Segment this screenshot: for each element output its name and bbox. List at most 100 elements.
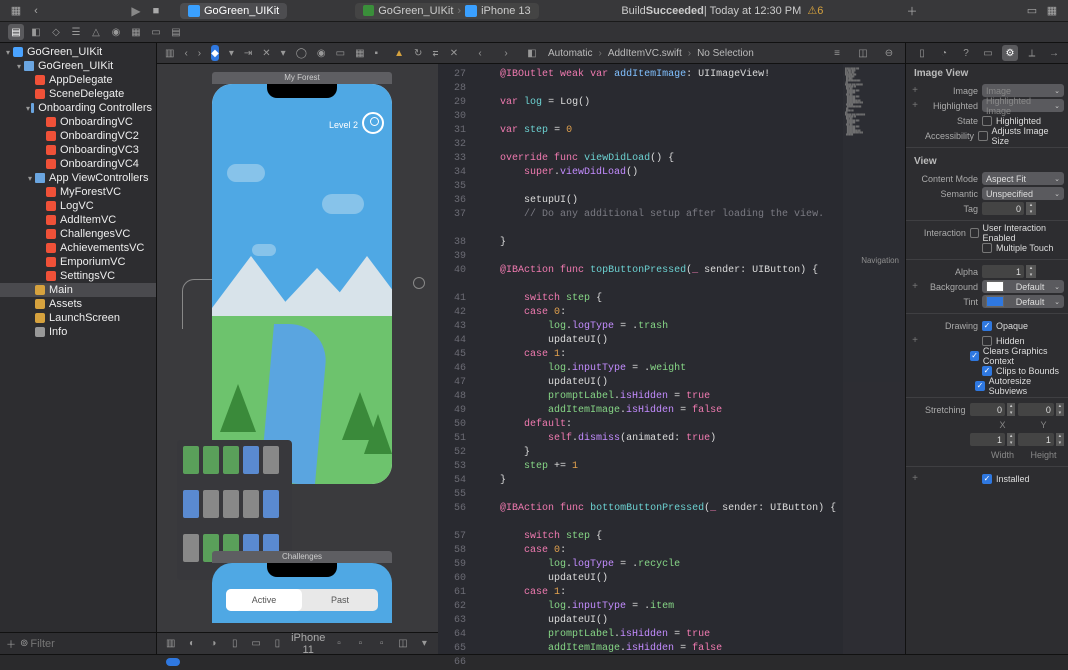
tree-item[interactable]: LaunchScreen <box>0 311 156 325</box>
ed-back-icon[interactable]: ‹ <box>472 45 488 61</box>
tree-item[interactable]: AchievementsVC <box>0 241 156 255</box>
ib-icon8[interactable]: ▦ <box>355 45 364 61</box>
embed-icon[interactable]: ▾ <box>419 636 430 652</box>
segue-node[interactable] <box>413 277 425 289</box>
stop-button[interactable]: ■ <box>147 3 165 18</box>
test-navigator-icon[interactable]: ◉ <box>108 24 124 40</box>
ib-icon2[interactable]: ⇥ <box>244 45 252 61</box>
hidden-check[interactable] <box>982 336 992 346</box>
filter-icon[interactable]: ⊚ <box>20 636 28 652</box>
tag-stepper[interactable]: ▴▾ <box>1026 202 1036 215</box>
stretch-w-stepper[interactable]: ▴▾ <box>1007 433 1015 446</box>
tree-item[interactable]: SceneDelegate <box>0 87 156 101</box>
forward-icon[interactable]: › <box>198 45 201 61</box>
connections-inspector-icon[interactable]: → <box>1046 45 1062 61</box>
nav-back-icon[interactable]: ‹ <box>27 3 45 18</box>
segmented-control[interactable]: Active Past <box>226 589 378 611</box>
breakpoint-navigator-icon[interactable]: ▭ <box>148 24 164 40</box>
segment-active[interactable]: Active <box>226 589 302 611</box>
ed-close-icon[interactable]: ⊖ <box>881 45 897 61</box>
ed-forward-icon[interactable]: › <box>498 45 514 61</box>
zoom-in-icon[interactable]: ▫ <box>376 636 387 652</box>
add-file-icon[interactable]: ＋ <box>6 636 16 652</box>
inspector-toggle-icon[interactable]: ▦ <box>1043 3 1061 18</box>
tree-item[interactable]: ▾GoGreen_UIKit <box>0 59 156 73</box>
multitouch-check[interactable] <box>982 243 992 253</box>
ed-split-icon[interactable]: ◫ <box>855 45 871 61</box>
background-popup[interactable]: Default⌄ <box>982 280 1064 293</box>
tab-current-file[interactable]: GoGreen_UIKit <box>180 3 287 19</box>
autoresize-check[interactable]: ✓ <box>975 381 984 391</box>
scene-title-2[interactable]: Challenges <box>212 551 392 563</box>
highlighted-popup[interactable]: Highlighted Image⌄ <box>982 99 1064 112</box>
file-inspector-icon[interactable]: ▯ <box>914 45 930 61</box>
ib-icon9[interactable]: ▪ <box>375 45 379 61</box>
doc-outline-icon[interactable]: ▥ <box>165 636 176 652</box>
ed-options-icon[interactable]: ≡ <box>829 45 845 61</box>
tree-item[interactable]: AddItemVC <box>0 213 156 227</box>
scene-title-1[interactable]: My Forest <box>212 72 392 84</box>
tree-item[interactable]: OnboardingVC <box>0 115 156 129</box>
tree-item[interactable]: OnboardingVC2 <box>0 129 156 143</box>
semantic-popup[interactable]: Unspecified⌄ <box>982 187 1064 200</box>
stretch-y[interactable]: 0 <box>1018 403 1053 416</box>
editor-jumpbar[interactable]: ✕ ‹ › ◧ Automatic› AddItemVC.swift› No S… <box>438 43 905 64</box>
orientation-icon[interactable]: ◐ <box>186 636 197 652</box>
tree-item[interactable]: OnboardingVC3 <box>0 143 156 157</box>
size-inspector-icon[interactable]: ⟂ <box>1024 45 1040 61</box>
report-navigator-icon[interactable]: ▤ <box>168 24 184 40</box>
scene-preview-challenges[interactable]: Active Past <box>212 563 392 623</box>
code-text[interactable]: @IBOutlet weak var addItemImage: UIImage… <box>472 64 905 654</box>
constraints-icon[interactable]: ◫ <box>397 636 408 652</box>
stretch-h-stepper[interactable]: ▴▾ <box>1056 433 1064 446</box>
appearance-icon[interactable]: ◑ <box>208 636 219 652</box>
related-items-icon[interactable]: ▥ <box>165 45 174 61</box>
attributes-inspector-icon[interactable]: ⚙ <box>1002 45 1018 61</box>
find-navigator-icon[interactable]: ☰ <box>68 24 84 40</box>
automatic-icon[interactable]: ◧ <box>524 45 540 61</box>
tree-item[interactable]: ▾Onboarding Controllers <box>0 101 156 115</box>
tree-item[interactable]: AppDelegate <box>0 73 156 87</box>
library-icon[interactable]: ▭ <box>1023 3 1041 18</box>
sidebar-toggle-icon[interactable]: ▦ <box>7 3 25 18</box>
zoom-actual-icon[interactable]: ▫ <box>355 636 366 652</box>
segment-past[interactable]: Past <box>302 589 378 611</box>
symbol-navigator-icon[interactable]: ◇ <box>48 24 64 40</box>
history-inspector-icon[interactable]: ◔ <box>936 45 952 61</box>
help-inspector-icon[interactable]: ? <box>958 45 974 61</box>
stretch-x[interactable]: 0 <box>970 403 1005 416</box>
ib-icon3[interactable]: ✕ <box>262 45 270 61</box>
project-navigator-icon[interactable]: ▤ <box>8 24 24 40</box>
uie-check[interactable] <box>970 228 979 238</box>
debug-toggle[interactable] <box>166 658 180 666</box>
ib-icon[interactable]: ▾ <box>229 45 234 61</box>
tree-item[interactable]: Info <box>0 325 156 339</box>
tree-item[interactable]: Main <box>0 283 156 297</box>
issue-navigator-icon[interactable]: △ <box>88 24 104 40</box>
opaque-check[interactable]: ✓ <box>982 321 992 331</box>
stretch-y-stepper[interactable]: ▴▾ <box>1056 403 1064 416</box>
back-icon[interactable]: ‹ <box>184 45 187 61</box>
filter-input[interactable] <box>30 638 172 650</box>
tree-item[interactable]: ChallengesVC <box>0 227 156 241</box>
stretch-h[interactable]: 1 <box>1018 433 1053 446</box>
line-gutter[interactable]: 2728293031323334353637383940414243444546… <box>438 64 472 654</box>
ib-icon5[interactable]: ◯ <box>296 45 307 61</box>
tree-item[interactable]: SettingsVC <box>0 269 156 283</box>
tree-item[interactable]: MyForestVC <box>0 185 156 199</box>
clears-check[interactable]: ✓ <box>970 351 979 361</box>
tree-item[interactable]: OnboardingVC4 <box>0 157 156 171</box>
add-tab-icon[interactable]: ＋ <box>903 3 921 18</box>
ib-warn-icon[interactable]: ▲ <box>394 45 404 61</box>
code-minimap[interactable]: Navigation████ ████ ███ ██ ███ ███ ███ █… <box>843 64 905 654</box>
content-mode-popup[interactable]: Aspect Fit⌄ <box>982 172 1064 185</box>
segue-arrow[interactable] <box>182 279 212 329</box>
device-icon[interactable]: ▯ <box>229 636 240 652</box>
ib-icon4[interactable]: ▾ <box>281 45 286 61</box>
tag-field[interactable]: 0 <box>982 202 1024 215</box>
project-tree[interactable]: ▾GoGreen_UIKit▾GoGreen_UIKitAppDelegateS… <box>0 43 156 632</box>
scene-preview-myforest[interactable]: Level 2 <box>212 84 392 484</box>
tree-item[interactable]: Assets <box>0 297 156 311</box>
installed-check[interactable]: ✓ <box>982 474 992 484</box>
alpha-field[interactable]: 1 <box>982 265 1024 278</box>
